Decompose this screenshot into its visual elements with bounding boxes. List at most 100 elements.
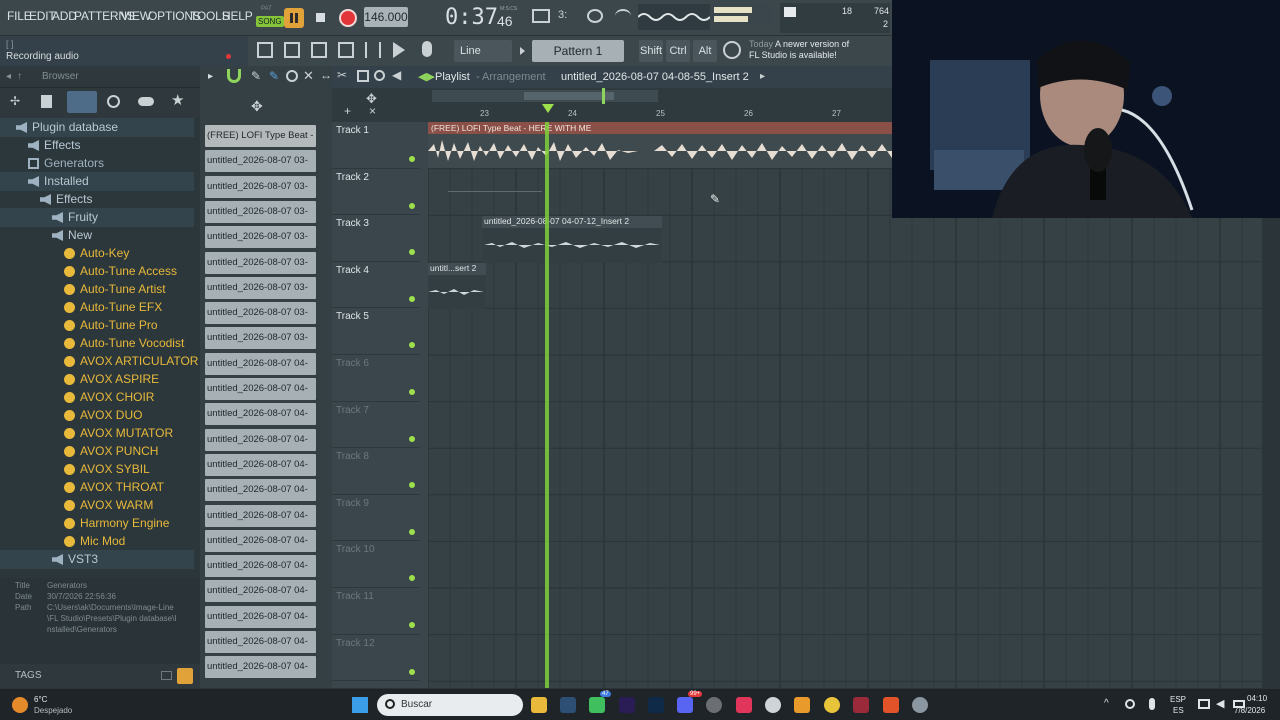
track-header[interactable]: Track 9 <box>332 495 420 542</box>
browser-item[interactable]: AVOX SYBIL <box>0 460 194 479</box>
slip-tool-icon[interactable]: ↔ <box>320 68 332 82</box>
clip-list-item[interactable]: untitled_2026-08-07 04- <box>205 479 316 502</box>
pat-song-toggle[interactable]: PAT SONG <box>254 6 284 30</box>
clip-list-item[interactable]: untitled_2026-08-07 03- <box>205 175 316 198</box>
browser-item[interactable]: Auto-Tune Vocodist <box>0 334 194 353</box>
browser-item[interactable]: Harmony Engine <box>0 514 194 533</box>
collapse-icon[interactable]: ✢ <box>10 94 20 108</box>
track-mute-led-icon[interactable] <box>409 528 415 535</box>
alt-button[interactable]: Alt <box>693 40 717 62</box>
steam-icon[interactable] <box>560 697 576 713</box>
browser-item[interactable]: AVOX MUTATOR <box>0 424 194 443</box>
settings-gear-icon[interactable] <box>912 697 928 713</box>
playlist-vertical-scrollbar[interactable] <box>1262 218 1280 688</box>
track-header[interactable]: Track 6 <box>332 355 420 402</box>
browser-item[interactable]: AVOX CHOIR <box>0 388 194 407</box>
volume-icon[interactable]: ◀ <box>1216 697 1224 710</box>
clip-list-item[interactable]: untitled_2026-08-07 03- <box>205 226 316 249</box>
pattern-prev-arrow-icon[interactable] <box>520 47 525 55</box>
track-mute-led-icon[interactable] <box>409 575 415 582</box>
clip-list-item[interactable]: untitled_2026-08-07 03- <box>205 200 316 223</box>
ctrl-button[interactable]: Ctrl <box>666 40 690 62</box>
menu-file[interactable]: FILE <box>7 9 32 23</box>
clip-list-item[interactable]: untitled_2026-08-07 04- <box>205 631 316 653</box>
clip-list-item[interactable]: untitled_2026-08-07 04- <box>205 580 316 603</box>
plugin-database-tab-icon[interactable] <box>67 91 97 113</box>
news-icon[interactable] <box>723 41 741 59</box>
clip-list-item[interactable]: untitled_2026-08-07 04- <box>205 453 316 476</box>
clip-list-item[interactable]: untitled_2026-08-07 03- <box>205 251 316 274</box>
wait-icon[interactable] <box>615 9 631 23</box>
metronome-icon[interactable] <box>587 9 603 23</box>
clip-list-item[interactable]: untitled_2026-08-07 04- <box>205 555 316 578</box>
track-header[interactable]: Track 5 <box>332 308 420 355</box>
playlist-menu-arrow-icon[interactable]: ▸ <box>208 71 213 82</box>
playhead-marker-icon[interactable] <box>542 104 554 113</box>
clip-list-item[interactable]: untitled_2026-08-07 03- <box>205 302 316 325</box>
track-mute-led-icon[interactable] <box>409 156 415 162</box>
chrome-icon[interactable] <box>824 697 840 713</box>
premiere-icon[interactable] <box>619 697 635 713</box>
taskbar-search[interactable]: Buscar <box>377 694 523 716</box>
winrar-icon[interactable] <box>853 697 869 713</box>
clip-list-item[interactable]: untitled_2026-08-07 04- <box>205 529 316 552</box>
record-button[interactable] <box>338 8 358 28</box>
clip-list-item[interactable]: untitled_2026-08-07 04- <box>205 378 316 400</box>
playlist-play-icon[interactable]: ◀▶ <box>418 70 435 83</box>
clock-time[interactable]: 04:10 <box>1247 694 1267 703</box>
pattern-select[interactable]: Pattern 1 <box>532 40 624 62</box>
audio-clip-track-4[interactable]: untitl...sert 2 <box>428 263 486 309</box>
track-mute-led-icon[interactable] <box>409 295 415 302</box>
menu-view[interactable]: VIEW <box>121 9 151 23</box>
browser-item[interactable]: Installed <box>0 172 194 191</box>
track-header[interactable]: Track 2 <box>332 169 420 216</box>
weather-icon[interactable] <box>12 697 28 713</box>
audio-clip-track-3[interactable]: untitled_2026-08-07 04-07-12_Insert 2 <box>482 216 662 262</box>
browser-item[interactable]: Effects <box>0 190 194 209</box>
playlist-arrangement[interactable]: Arrangement <box>482 71 546 83</box>
lang-code-1[interactable]: ESP <box>1170 695 1186 704</box>
loop-marker[interactable] <box>602 88 605 104</box>
piano-roll-icon[interactable] <box>311 42 327 58</box>
browser-item[interactable]: Fruity <box>0 208 194 227</box>
tiktok-icon[interactable] <box>736 697 752 713</box>
timeline-scroll-thumb[interactable] <box>524 92 614 100</box>
tray-mic-icon[interactable] <box>1149 698 1155 710</box>
clip-list-item[interactable]: untitled_2026-08-07 03- <box>205 327 316 350</box>
browser-item[interactable]: AVOX DUO <box>0 406 194 425</box>
tray-sync-icon[interactable] <box>1125 699 1135 709</box>
browser-item[interactable]: Mic Mod <box>0 532 194 551</box>
browser-item[interactable]: AVOX PUNCH <box>0 442 194 461</box>
piano-icon[interactable] <box>532 9 550 23</box>
audio-clip-track-2[interactable] <box>428 169 548 215</box>
menu-help[interactable]: HELP <box>222 9 253 23</box>
select-tool-icon[interactable] <box>357 70 369 82</box>
track-mute-led-icon[interactable] <box>409 389 415 395</box>
shift-button[interactable]: Shift <box>639 40 663 62</box>
track-mute-led-icon[interactable] <box>409 249 415 256</box>
magnet-icon[interactable] <box>227 69 241 83</box>
browser-item[interactable]: AVOX THROAT <box>0 478 194 497</box>
track-header[interactable]: Track 12 <box>332 635 420 682</box>
star-icon[interactable]: ★ <box>171 91 184 109</box>
track-header[interactable]: Track 11 <box>332 588 420 635</box>
browser-item[interactable]: Plugin database <box>0 118 194 137</box>
clip-list-item[interactable]: untitled_2026-08-07 04- <box>205 428 316 451</box>
mixer-icon[interactable] <box>365 42 381 58</box>
track-header[interactable]: Track 8 <box>332 448 420 495</box>
tray-chevron-icon[interactable]: ^ <box>1104 698 1109 709</box>
all-files-icon[interactable] <box>41 95 52 108</box>
track-mute-led-icon[interactable] <box>409 342 415 349</box>
photoshop-icon[interactable] <box>648 697 664 713</box>
browser-item[interactable]: Auto-Key <box>0 244 194 263</box>
browser-item[interactable]: Effects <box>0 136 194 155</box>
cloud-icon[interactable] <box>138 97 154 106</box>
playlist-window-icon[interactable] <box>257 42 273 58</box>
track-header[interactable]: Track 10 <box>332 541 420 588</box>
mute-tool-icon[interactable]: ✕ <box>303 68 314 84</box>
delete-tool-icon[interactable] <box>286 70 298 82</box>
browser-menu-arrow-icon[interactable]: ◂ <box>6 71 11 82</box>
clip-list-item[interactable]: untitled_2026-08-07 04- <box>205 656 316 679</box>
browser-item[interactable]: AVOX ARTICULATOR <box>0 352 198 371</box>
obs-icon[interactable] <box>706 697 722 713</box>
